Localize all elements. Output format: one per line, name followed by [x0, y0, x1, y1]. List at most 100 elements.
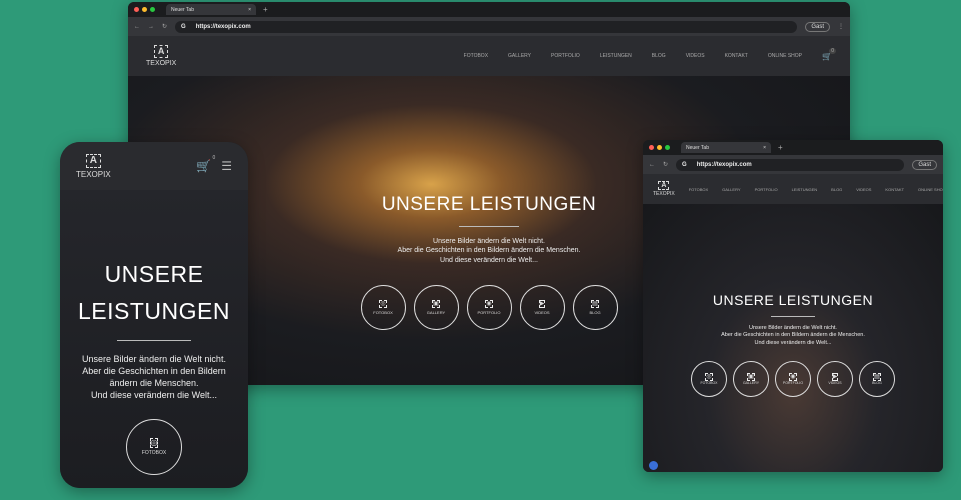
mobile-nav-actions: 🛒 0 ☰ — [196, 155, 232, 173]
hero-title: UNSERE LEISTUNGEN — [712, 292, 874, 308]
site-logo[interactable]: A TEXOPIX — [653, 181, 675, 197]
nav-menu: FOTOBOX GALLERY PORTFOLIO LEISTUNGEN BLO… — [464, 47, 836, 61]
maximize-window-button[interactable] — [150, 7, 155, 12]
service-videos[interactable]: ▶ VIDEOS — [817, 361, 853, 398]
close-tab-icon[interactable]: × — [248, 7, 251, 13]
logo-text: TEXOPIX — [76, 169, 111, 179]
service-gallery[interactable]: ▣ GALLERY — [413, 285, 459, 331]
service-blog[interactable]: ▤ BLOG — [859, 361, 895, 398]
hero-title: UNSERE LEISTUNGEN — [78, 261, 230, 324]
close-tab-icon[interactable]: × — [763, 145, 766, 151]
hero-title: UNSERE LEISTUNGEN — [381, 194, 597, 215]
nav-leistungen[interactable]: LEISTUNGEN — [600, 53, 632, 59]
hero-section: UNSERE LEISTUNGEN Unsere Bilder ändern d… — [643, 204, 943, 472]
camera-icon: ◎ — [379, 300, 387, 309]
google-icon: G — [682, 161, 687, 168]
google-icon: G — [181, 23, 186, 30]
nav-menu: FOTOBOX GALLERY PORTFOLIO LEISTUNGEN BLOG VID… — [689, 187, 943, 192]
logo-icon: A — [658, 181, 670, 190]
minimize-window-button[interactable] — [657, 145, 662, 150]
blog-icon: ▤ — [591, 300, 599, 309]
service-fotobox[interactable]: ◎ FOTOBOX — [360, 285, 406, 331]
nav-videos[interactable]: VIDEOS — [856, 187, 871, 192]
site-nav: A TEXOPIX FOTOBOX GALLERY PORTFOLIO LEIST… — [128, 36, 850, 76]
service-blog[interactable]: ▤ BLOG — [572, 285, 618, 331]
service-portfolio[interactable]: ◉ PORTFOLIO — [775, 361, 811, 398]
nav-portfolio[interactable]: PORTFOLIO — [755, 187, 778, 192]
service-buttons: ◎ FOTOBOX ▣ GALLERY ◉ PORTFOLIO ▶ VIDEOS ▤ BL… — [691, 361, 895, 398]
desktop-browser-small: Neuer Tab × + ← ↻ Ghttps://texopix.com Gas… — [643, 140, 943, 472]
video-icon: ▶ — [538, 300, 546, 309]
more-menu-icon[interactable]: ⋮ — [838, 23, 844, 30]
nav-gallery[interactable]: GALLERY — [508, 53, 531, 59]
profile-button[interactable]: Gast — [805, 21, 830, 32]
logo-text: TEXOPIX — [653, 191, 675, 197]
cart-icon[interactable]: 🛒 0 — [196, 155, 215, 173]
profile-button[interactable]: Gast — [912, 159, 937, 170]
tab-bar: Neuer Tab × + — [128, 2, 850, 17]
service-videos[interactable]: ▶ VIDEOS — [519, 285, 565, 331]
minimize-window-button[interactable] — [142, 7, 147, 12]
new-tab-button[interactable]: + — [778, 143, 783, 152]
site-nav-mobile: A TEXOPIX 🛒 0 ☰ — [60, 142, 248, 190]
cart-icon[interactable]: 🛒 0 — [822, 47, 836, 61]
hero-tagline: Unsere Bilder ändern die Welt nicht. Aber… — [721, 325, 865, 346]
site-logo[interactable]: A TEXOPIX — [146, 45, 176, 67]
blog-icon: ▤ — [873, 373, 881, 382]
browser-tab[interactable]: Neuer Tab × — [681, 142, 771, 153]
address-bar-row: ← ↻ Ghttps://texopix.com Gast — [643, 155, 943, 174]
hero-tagline: Unsere Bilder ändern die Welt nicht. Aber… — [397, 238, 581, 264]
nav-kontakt[interactable]: KONTAKT — [725, 53, 748, 59]
logo-icon: A — [153, 45, 169, 58]
url-field[interactable]: Ghttps://texopix.com — [175, 20, 798, 33]
service-fotobox[interactable]: ◎ FOTOBOX — [691, 361, 727, 398]
eye-icon: ◉ — [485, 300, 493, 309]
maximize-window-button[interactable] — [665, 145, 670, 150]
camera-icon: ◎ — [149, 438, 159, 449]
reload-icon[interactable]: ↻ — [663, 161, 668, 168]
nav-blog[interactable]: BLOG — [652, 53, 666, 59]
nav-leistungen[interactable]: LEISTUNGEN — [792, 187, 818, 192]
nav-blog[interactable]: BLOG — [831, 187, 842, 192]
mobile-view: A TEXOPIX 🛒 0 ☰ UNSERE LEISTUNGEN Unsere Bi… — [60, 142, 248, 488]
url-text: https://texopix.com — [696, 161, 752, 168]
site-nav: A TEXOPIX FOTOBOX GALLERY PORTFOLIO LEISTUNG… — [643, 174, 943, 204]
divider — [771, 316, 815, 317]
logo-text: TEXOPIX — [146, 60, 177, 67]
hamburger-menu-icon[interactable]: ☰ — [221, 159, 232, 173]
forward-icon[interactable]: → — [148, 24, 154, 30]
nav-fotobox[interactable]: FOTOBOX — [689, 187, 708, 192]
browser-tab[interactable]: Neuer Tab × — [166, 4, 256, 15]
tab-bar: Neuer Tab × + — [643, 140, 943, 155]
video-icon: ▶ — [831, 373, 839, 382]
nav-gallery[interactable]: GALLERY — [722, 187, 740, 192]
nav-videos[interactable]: VIDEOS — [686, 53, 705, 59]
reload-icon[interactable]: ↻ — [162, 23, 167, 30]
tab-title: Neuer Tab — [686, 144, 709, 151]
cart-count: 0 — [212, 155, 216, 161]
service-fotobox[interactable]: ◎ FOTOBOX — [126, 419, 182, 476]
service-portfolio[interactable]: ◉ PORTFOLIO — [466, 285, 512, 331]
close-window-button[interactable] — [649, 145, 654, 150]
back-icon[interactable]: ← — [649, 162, 655, 168]
nav-portfolio[interactable]: PORTFOLIO — [551, 53, 580, 59]
hero-tagline: Unsere Bilder ändern die Welt nicht. Aber… — [82, 353, 226, 401]
service-gallery[interactable]: ▣ GALLERY — [733, 361, 769, 398]
url-field[interactable]: Ghttps://texopix.com — [676, 158, 905, 171]
nav-online-shop[interactable]: ONLINE SHOP — [768, 53, 802, 59]
address-bar-row: ← → ↻ Ghttps://texopix.com Gast ⋮ — [128, 17, 850, 36]
divider — [117, 339, 191, 341]
nav-online-shop[interactable]: ONLINE SHOP — [918, 187, 943, 192]
nav-kontakt[interactable]: KONTAKT — [885, 187, 904, 192]
hero-section: UNSERE LEISTUNGEN Unsere Bilder ändern di… — [60, 190, 248, 488]
url-text: https://texopix.com — [195, 23, 251, 30]
site-logo[interactable]: A TEXOPIX — [76, 153, 111, 179]
chat-widget-icon[interactable] — [649, 461, 658, 470]
nav-fotobox[interactable]: FOTOBOX — [464, 53, 488, 59]
close-window-button[interactable] — [134, 7, 139, 12]
service-buttons: ◎ FOTOBOX ▣ GALLERY ◉ PORTFOLIO ▶ VIDEOS ▤ BL… — [360, 285, 618, 331]
back-icon[interactable]: ← — [134, 24, 140, 30]
gallery-icon: ▣ — [432, 300, 440, 309]
new-tab-button[interactable]: + — [263, 5, 268, 14]
gallery-icon: ▣ — [747, 373, 755, 382]
